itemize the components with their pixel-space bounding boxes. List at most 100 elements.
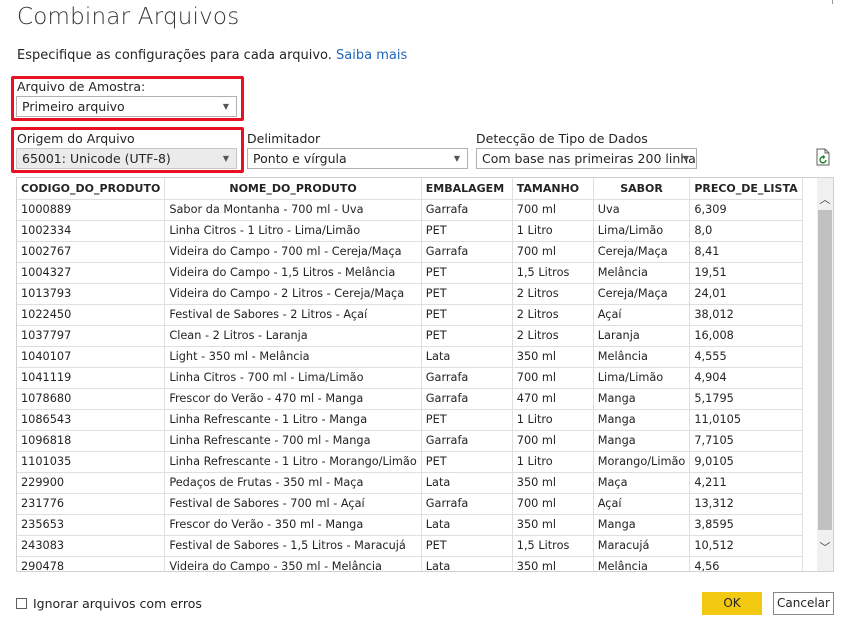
table-cell: 350 ml	[512, 556, 594, 571]
table-cell: Linha Citros - 1 Litro - Lima/Limão	[164, 220, 422, 242]
table-cell: Pedaços de Frutas - 350 ml - Maça	[164, 472, 422, 494]
table-cell: PET	[421, 451, 513, 473]
type-detection-value: Com base nas primeiras 200 linhas	[482, 151, 697, 166]
table-cell: Lima/Limão	[593, 220, 691, 242]
table-cell: Garrafa	[421, 430, 513, 452]
highlight-box-file-origin	[11, 127, 244, 173]
table-row: 1002334 Linha Citros - 1 Litro - Lima/Lim…	[17, 220, 803, 242]
table-cell: PET	[421, 304, 513, 326]
table-cell: Maça	[593, 472, 691, 494]
table-cell: Videira do Campo - 350 ml - Melância	[164, 556, 422, 571]
preview-table-container: CODIGO_DO_PRODUTO NOME_DO_PRODUTO EMBALA…	[16, 177, 834, 572]
table-cell: 243083	[17, 535, 166, 557]
table-cell: 1078680	[17, 388, 166, 410]
scrollbar-thumb[interactable]	[818, 210, 832, 530]
chevron-down-icon: ▼	[453, 154, 460, 163]
table-cell: Garrafa	[421, 388, 513, 410]
table-cell: 2 Litros	[512, 304, 594, 326]
table-row: 1013793 Videira do Campo - 2 Litros - Cer…	[17, 283, 803, 305]
table-cell: Uva	[593, 199, 691, 221]
table-cell: 1040107	[17, 346, 166, 368]
refresh-file-icon[interactable]	[815, 148, 832, 167]
table-row: 1101035 Linha Refrescante - 1 Litro - Mor…	[17, 451, 803, 473]
table-row: 1041119 Linha Citros - 700 ml - Lima/Limã…	[17, 367, 803, 389]
column-header[interactable]: NOME_DO_PRODUTO	[164, 178, 422, 200]
table-cell: PET	[421, 262, 513, 284]
table-cell: Manga	[593, 409, 691, 431]
table-row: 1096818 Linha Refrescante - 700 ml - Mang…	[17, 430, 803, 452]
table-row: 1037797 Clean - 2 Litros - Laranja PET 2 Li…	[17, 325, 803, 347]
cancel-button[interactable]: Cancelar	[773, 592, 834, 615]
learn-more-link[interactable]: Saiba mais	[336, 48, 407, 63]
table-cell: Lata	[421, 556, 513, 571]
type-detection-select[interactable]: Com base nas primeiras 200 linhas ▼	[476, 148, 697, 169]
table-cell: 24,01	[689, 283, 803, 305]
window-edge-mark	[826, 0, 840, 5]
column-header[interactable]: CODIGO_DO_PRODUTO	[17, 178, 166, 200]
table-cell: Garrafa	[421, 199, 513, 221]
table-row: 290478 Videira do Campo - 350 ml - Melânc…	[17, 556, 803, 571]
table-cell: Lata	[421, 472, 513, 494]
table-cell: 6,309	[689, 199, 803, 221]
column-header[interactable]: TAMANHO	[512, 178, 594, 200]
table-cell: Cereja/Maça	[593, 283, 691, 305]
skip-errors-checkbox[interactable]	[16, 598, 27, 609]
table-cell: 700 ml	[512, 241, 594, 263]
table-cell: 700 ml	[512, 199, 594, 221]
table-cell: Videira do Campo - 1,5 Litros - Melância	[164, 262, 422, 284]
vertical-scrollbar[interactable]: ︿ ﹀	[817, 178, 833, 571]
table-cell: Videira do Campo - 2 Litros - Cereja/Maç…	[164, 283, 422, 305]
table-cell: 8,41	[689, 241, 803, 263]
table-cell: Melância	[593, 346, 691, 368]
column-header[interactable]: EMBALAGEM	[421, 178, 513, 200]
table-cell: Açaí	[593, 304, 691, 326]
table-cell: 350 ml	[512, 472, 594, 494]
table-cell: Lata	[421, 514, 513, 536]
table-cell: 4,56	[689, 556, 803, 571]
table-cell: 4,904	[689, 367, 803, 389]
table-cell: Maracujá	[593, 535, 691, 557]
table-cell: 1 Litro	[512, 409, 594, 431]
table-cell: 1,5 Litros	[512, 262, 594, 284]
delimiter-select[interactable]: Ponto e vírgula ▼	[247, 148, 468, 169]
table-cell: 4,555	[689, 346, 803, 368]
table-cell: Lata	[421, 346, 513, 368]
table-cell: 1086543	[17, 409, 166, 431]
table-cell: Festival de Sabores - 2 Litros - Açaí	[164, 304, 422, 326]
table-cell: 1041119	[17, 367, 166, 389]
table-row: 229900 Pedaços de Frutas - 350 ml - Maça L…	[17, 472, 803, 494]
table-cell: Cereja/Maça	[593, 241, 691, 263]
table-cell: 2 Litros	[512, 283, 594, 305]
chevron-down-icon: ▼	[682, 154, 689, 163]
table-cell: Linha Refrescante - 1 Litro - Morango/Li…	[164, 451, 422, 473]
delimiter-label: Delimitador	[247, 131, 321, 146]
table-cell: 2 Litros	[512, 325, 594, 347]
subtitle-text: Especifique as configurações para cada a…	[17, 48, 332, 63]
table-cell: 1000889	[17, 199, 166, 221]
table-cell: PET	[421, 220, 513, 242]
table-cell: Manga	[593, 430, 691, 452]
table-cell: Garrafa	[421, 367, 513, 389]
table-cell: Manga	[593, 388, 691, 410]
skip-errors-option[interactable]: Ignorar arquivos com erros	[16, 596, 202, 611]
table-row: 1004327 Videira do Campo - 1,5 Litros - M…	[17, 262, 803, 284]
table-cell: 1002767	[17, 241, 166, 263]
table-cell: Garrafa	[421, 241, 513, 263]
table-cell: 1,5 Litros	[512, 535, 594, 557]
chevron-up-icon[interactable]: ︿	[817, 192, 833, 208]
table-cell: 1096818	[17, 430, 166, 452]
column-header[interactable]: PRECO_DE_LISTA	[689, 178, 803, 200]
table-cell: 3,8595	[689, 514, 803, 536]
table-row: 1078680 Frescor do Verão - 470 ml - Manga…	[17, 388, 803, 410]
table-row: 1040107 Light - 350 ml - Melância Lata 350 …	[17, 346, 803, 368]
table-cell: 4,211	[689, 472, 803, 494]
column-header[interactable]: SABOR	[593, 178, 691, 200]
chevron-down-icon[interactable]: ﹀	[817, 540, 833, 556]
table-cell: Laranja	[593, 325, 691, 347]
ok-button[interactable]: OK	[702, 592, 762, 615]
table-cell: Lima/Limão	[593, 367, 691, 389]
table-cell: 5,1795	[689, 388, 803, 410]
table-row: 1002767 Videira do Campo - 700 ml - Cerej…	[17, 241, 803, 263]
table-cell: 470 ml	[512, 388, 594, 410]
table-cell: Frescor do Verão - 470 ml - Manga	[164, 388, 422, 410]
